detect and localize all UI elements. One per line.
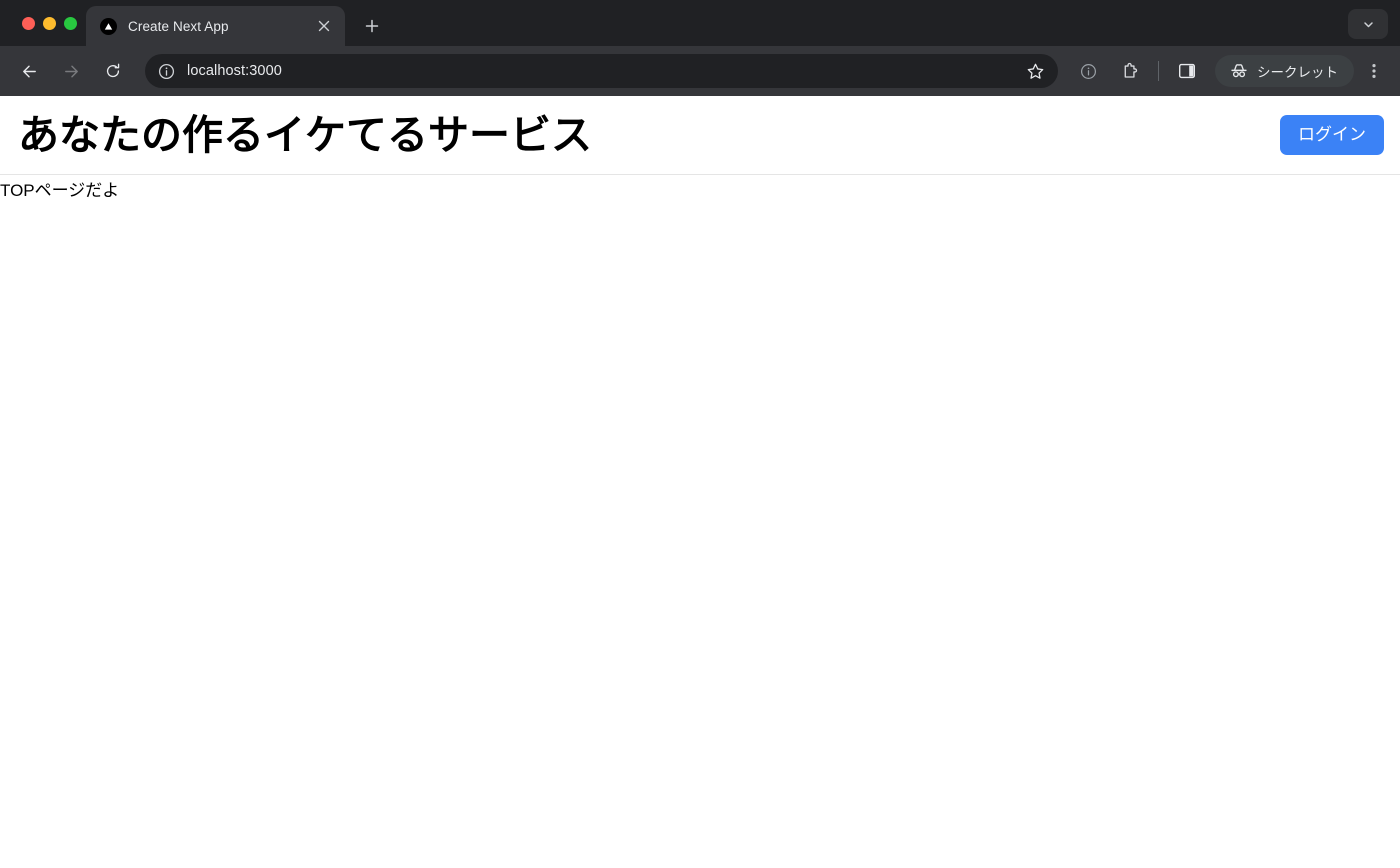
- page-viewport: あなたの作るイケてるサービス ログイン TOPページだよ: [0, 96, 1400, 868]
- close-icon[interactable]: [313, 15, 335, 37]
- bookmark-star-icon[interactable]: [1020, 56, 1050, 86]
- chrome-menu-button[interactable]: [1358, 54, 1390, 88]
- info-circle-icon: [1080, 63, 1096, 79]
- browser-toolbar: シークレット: [0, 46, 1400, 96]
- three-dots-vertical-icon: [1372, 64, 1376, 78]
- puzzle-piece-icon: [1124, 62, 1137, 78]
- extensions-button[interactable]: [1113, 54, 1147, 88]
- forward-button[interactable]: [54, 54, 88, 88]
- reload-button[interactable]: [96, 54, 130, 88]
- tab-strip: Create Next App: [0, 0, 1400, 46]
- page-body-text: TOPページだよ: [0, 181, 120, 200]
- arrow-right-icon: [64, 65, 78, 77]
- incognito-label: シークレット: [1257, 65, 1338, 80]
- arrow-left-icon: [22, 65, 36, 77]
- incognito-indicator[interactable]: シークレット: [1215, 55, 1354, 87]
- window-close-button[interactable]: [22, 16, 35, 30]
- window-zoom-button[interactable]: [64, 16, 77, 30]
- tab-title: Create Next App: [128, 18, 229, 34]
- side-panel-icon: [1179, 63, 1196, 79]
- site-header: あなたの作るイケてるサービス ログイン: [0, 96, 1400, 175]
- page-info-button[interactable]: [1071, 54, 1105, 88]
- login-button[interactable]: ログイン: [1280, 114, 1384, 156]
- plus-icon: [365, 19, 379, 33]
- incognito-hat-icon: [1231, 64, 1247, 78]
- info-circle-icon[interactable]: [154, 59, 178, 83]
- window-traffic-lights: [0, 0, 77, 46]
- browser-window: Create Next App localhost:3000 シークレット あな…: [0, 0, 1400, 868]
- toolbar-divider: [1158, 61, 1159, 81]
- back-button[interactable]: [12, 54, 46, 88]
- nextjs-triangle-icon: [100, 17, 117, 35]
- browser-tab-active[interactable]: Create Next App: [86, 6, 345, 46]
- chevron-down-icon: [1363, 21, 1373, 27]
- page-title: あなたの作るイケてるサービス: [18, 111, 592, 158]
- reload-icon: [106, 63, 120, 78]
- page-main-content: TOPページだよ: [0, 175, 1400, 204]
- side-panel-button[interactable]: [1170, 54, 1204, 88]
- window-minimize-button[interactable]: [43, 16, 56, 30]
- url-input[interactable]: [187, 63, 1011, 79]
- address-bar[interactable]: [145, 54, 1058, 88]
- tab-search-button[interactable]: [1348, 9, 1388, 39]
- new-tab-button[interactable]: [357, 11, 387, 41]
